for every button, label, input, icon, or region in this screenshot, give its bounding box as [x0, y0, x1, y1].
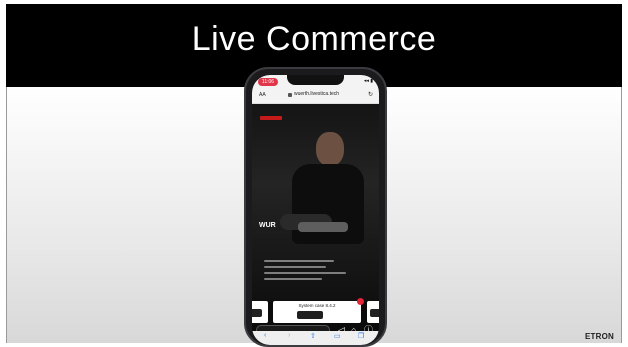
tabs-icon[interactable]: ❐	[358, 332, 364, 340]
tool-in-hand	[298, 222, 348, 232]
slide-title: Live Commerce	[191, 20, 437, 58]
browser-toolbar: ‹ › ⇧ ▭ ❐	[252, 331, 379, 345]
status-icons: ◂◂ ▮	[363, 78, 373, 84]
product-carousel[interactable]: System case 8.4.2	[252, 298, 379, 323]
url-text[interactable]: wuerth.livestica.tech	[294, 91, 339, 97]
product-card-next[interactable]	[367, 301, 379, 323]
share-icon[interactable]: ⇧	[310, 332, 316, 340]
back-icon[interactable]: ‹	[264, 332, 266, 339]
phone-mockup: 11:06 ◂◂ ▮ AA wuerth.livestica.tech ↻ WU…	[244, 67, 387, 347]
product-name: System case 8.4.2	[298, 303, 336, 308]
phone-screen: 11:06 ◂◂ ▮ AA wuerth.livestica.tech ↻ WU…	[252, 75, 379, 345]
brand-logo: ETRON	[585, 332, 614, 341]
product-card-prev[interactable]	[252, 301, 268, 323]
presenter-body	[292, 164, 364, 244]
wuerth-logo	[260, 116, 282, 120]
presenter-head	[316, 132, 344, 166]
bookmarks-icon[interactable]: ▭	[334, 332, 341, 340]
caption-line	[264, 260, 334, 262]
status-bar: 11:06 ◂◂ ▮	[252, 75, 379, 89]
slide: Live Commerce 11:06 ◂◂ ▮ AA wuerth.lives…	[0, 0, 628, 347]
product-image	[370, 309, 379, 317]
notch	[287, 75, 344, 85]
product-image	[252, 309, 262, 317]
text-size-button[interactable]: AA	[259, 92, 266, 98]
caption-line	[264, 272, 346, 274]
forward-icon[interactable]: ›	[288, 332, 290, 339]
product-card[interactable]: System case 8.4.2	[273, 298, 364, 323]
product-image	[297, 311, 323, 319]
video-overlay-title: WUR	[259, 222, 276, 229]
status-time: 11:06	[258, 78, 278, 86]
lock-icon	[288, 93, 292, 97]
live-video[interactable]: WUR	[252, 104, 379, 302]
caption-line	[264, 266, 326, 268]
browser-url-bar[interactable]: AA wuerth.livestica.tech ↻	[252, 89, 379, 104]
reload-icon[interactable]: ↻	[368, 91, 373, 98]
notification-badge	[357, 298, 364, 305]
caption-line	[264, 278, 322, 280]
